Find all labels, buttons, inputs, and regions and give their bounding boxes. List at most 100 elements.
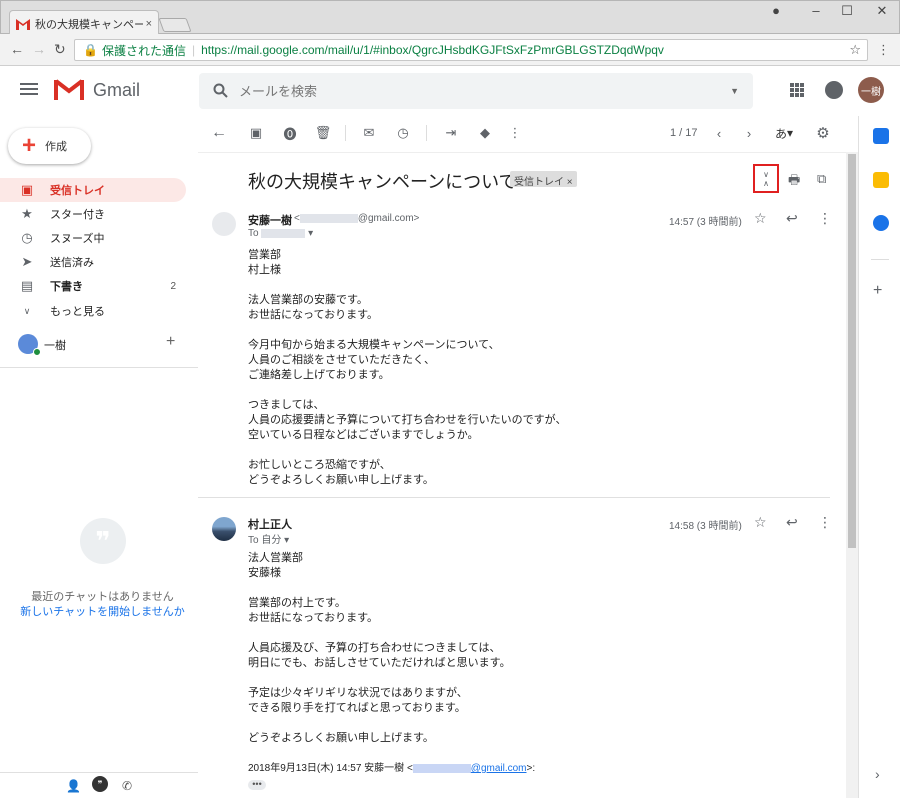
new-tab-button[interactable] [158,18,192,32]
tasks-icon[interactable] [873,215,889,231]
message-more-icon[interactable]: ⋮ [818,210,832,227]
back-to-inbox-icon[interactable]: ← [211,124,227,141]
side-panel: + › [858,116,900,798]
show-trimmed-button[interactable]: ••• [248,780,266,790]
bookmark-star-icon[interactable]: ☆ [849,42,861,58]
sender-name: 安藤一樹 [248,215,292,227]
redacted-quote-email [412,763,471,773]
url-field[interactable]: 🔒 保護された通信 | https://mail.google.com/mail… [74,39,868,61]
browser-menu-icon[interactable]: ⋮ [877,42,890,58]
quote-email-link[interactable]: @gmail.com [471,763,527,774]
message-more-icon[interactable]: ⋮ [818,514,832,531]
url-text: https://mail.google.com/mail/u/1/#inbox/… [201,43,664,57]
browser-tab-title: 秋の大規模キャンペーンについて [35,18,143,31]
star-message-icon[interactable]: ☆ [754,210,767,227]
sidebar: + 作成 ▣ 受信トレイ ★ スター付き ◷ スヌーズ中 ➤ 送信済み ▤ 下書… [0,116,198,798]
report-spam-icon[interactable]: ⓿ [282,125,298,142]
scrollbar-thumb[interactable] [848,154,856,548]
send-icon: ➤ [21,254,33,269]
print-icon[interactable]: 🖶 [788,171,800,193]
collapse-all-button[interactable]: ∨ ∧ [753,164,779,193]
hangouts-icon[interactable]: ❞ [92,776,108,792]
chevron-down-icon: ∨ [23,305,31,316]
quoted-header: 2018年9月13日(木) 14:57 安藤一樹 < @gmail.com>: [248,759,535,774]
search-input[interactable] [239,83,709,99]
message-body: 営業部 村上様 法人営業部の安藤です。 お世話になっております。 今月中旬から始… [248,249,567,486]
sidebar-item-more[interactable]: ∨ もっと見る [0,299,186,323]
pager-text: 1 / 17 [670,127,698,139]
hangouts-account[interactable]: 一樹 + [18,333,188,358]
remove-label-icon[interactable]: × [567,177,573,188]
recipient-to: To [248,228,259,239]
sidebar-bottom-bar: 👤 ❞ ✆ [0,772,198,798]
add-contact-icon[interactable]: + [166,333,175,351]
settings-gear-icon[interactable]: ⚙ [815,125,831,142]
phone-icon[interactable]: ✆ [122,779,132,793]
scrollbar[interactable] [846,152,858,798]
address-bar: ← → ↻ 🔒 保護された通信 | https://mail.google.co… [0,34,900,66]
more-actions-icon[interactable]: ⋮ [507,125,523,141]
window-close-icon[interactable]: ✕ [867,3,897,19]
keep-icon[interactable] [873,172,889,188]
move-to-icon[interactable]: ⇥ [443,125,459,141]
forward-icon[interactable]: → [32,41,46,57]
search-options-icon[interactable]: ▼ [730,86,739,96]
message-body: 法人営業部 安藤様 営業部の村上です。 お世話になっております。 人員応援及び、… [248,552,511,744]
open-new-window-icon[interactable]: ⧉ [817,171,826,187]
maximize-icon[interactable]: ☐ [832,3,862,19]
expand-panel-icon[interactable]: › [875,766,880,782]
notifications-icon[interactable] [825,81,843,99]
apps-grid-icon[interactable] [790,83,804,97]
older-icon[interactable]: › [741,125,757,141]
account-avatar[interactable]: 一樹 [858,77,884,103]
clock-icon: ◷ [21,230,33,245]
hangouts-quote-icon: ❞ [80,518,126,564]
minimize-icon[interactable]: – [801,3,831,18]
search-box[interactable]: ▼ [199,73,753,109]
star-message-icon[interactable]: ☆ [754,514,767,531]
reply-icon[interactable]: ↩ [786,514,798,531]
app-name: Gmail [93,80,141,100]
side-panel-divider [871,259,889,260]
input-tool-button[interactable]: あ ▾ [772,125,796,141]
sender-name: 村上正人 [248,519,292,531]
reload-icon[interactable]: ↻ [54,41,66,58]
sidebar-item-drafts[interactable]: ▤ 下書き 2 [0,274,186,298]
reply-icon[interactable]: ↩ [786,210,798,227]
browser-tab[interactable]: 秋の大規模キャンペーンについて × [9,10,159,36]
delete-icon[interactable]: 🗑 [315,125,332,141]
compose-plus-icon: + [22,132,37,159]
collapse-down-icon: ∨ [763,169,769,179]
calendar-icon[interactable] [873,128,889,144]
recipient-line[interactable]: To 自分 ▾ [248,531,289,546]
sidebar-item-inbox[interactable]: ▣ 受信トレイ [0,178,186,202]
snooze-icon[interactable]: ◷ [395,125,411,141]
message-time: 14:57 (3 時間前) [669,217,742,228]
sidebar-item-label: 受信トレイ [50,185,105,197]
sidebar-item-label: 下書き [50,281,83,293]
sidebar-item-label: スター付き [50,209,105,221]
mark-unread-icon[interactable]: ✉ [361,125,377,141]
recipient-line[interactable]: To ▾ [248,228,313,239]
sidebar-item-count: 2 [170,280,176,292]
newer-icon[interactable]: ‹ [711,125,727,141]
label-icon[interactable]: ◆ [477,125,493,141]
lock-icon: 🔒 [83,43,98,57]
url-separator: | [191,43,196,57]
sender-avatar-icon [212,517,236,541]
add-addon-icon[interactable]: + [873,282,882,300]
sidebar-item-snoozed[interactable]: ◷ スヌーズ中 [0,226,186,250]
new-chat-link[interactable]: 新しいチャットを開始しませんか [0,603,205,619]
inbox-label-chip[interactable]: 受信トレイ × [510,171,577,188]
archive-icon[interactable]: ▣ [248,125,264,141]
search-icon[interactable] [211,83,231,99]
sidebar-item-starred[interactable]: ★ スター付き [0,202,186,226]
main-menu-icon[interactable] [20,80,38,98]
message-2: 村上正人 To 自分 ▾ 14:58 (3 時間前) ☆ ↩ ⋮ 法人営業部 安… [198,514,846,798]
contacts-icon[interactable]: 👤 [66,779,81,793]
tab-close-icon[interactable]: × [146,18,152,30]
back-icon[interactable]: ← [10,41,24,57]
profile-icon[interactable]: ● [761,3,791,18]
compose-button[interactable]: + 作成 [8,128,91,164]
sidebar-item-sent[interactable]: ➤ 送信済み [0,250,186,274]
